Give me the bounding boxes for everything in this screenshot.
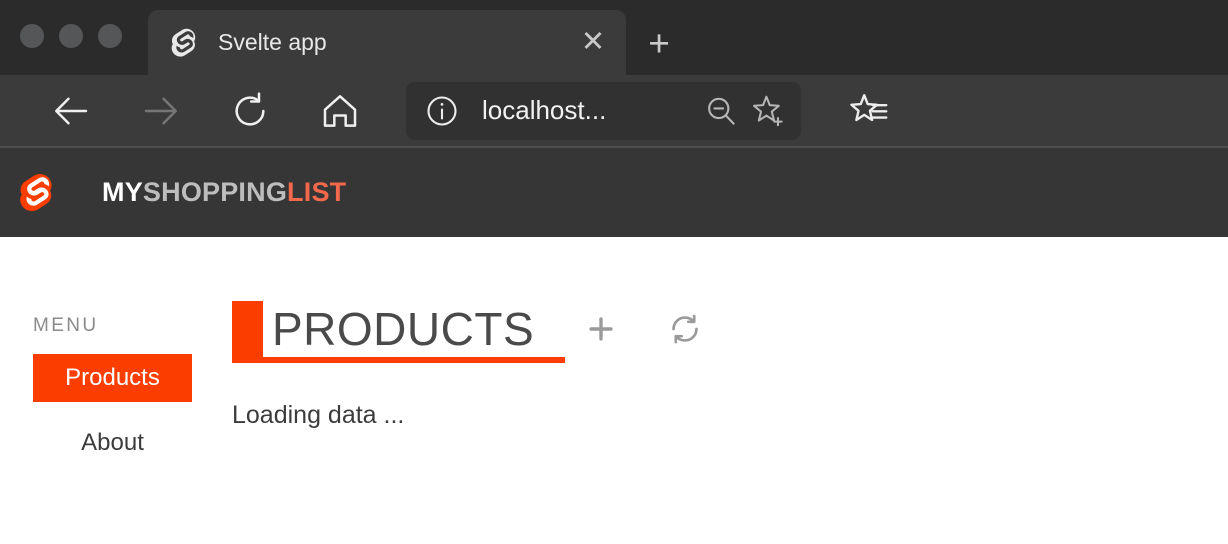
- page-title: PRODUCTS: [232, 299, 565, 363]
- window-minimize-button[interactable]: [20, 24, 44, 48]
- app-header: MYSHOPPINGLIST: [0, 148, 1228, 237]
- window-controls: [20, 24, 122, 48]
- page-title-row: PRODUCTS: [232, 299, 1228, 363]
- page-title-text: PRODUCTS: [272, 303, 535, 355]
- brand-part-shopping: SHOPPING: [142, 177, 288, 207]
- tab-title: Svelte app: [218, 29, 327, 55]
- main-content: PRODUCTS Loading data ...: [232, 237, 1228, 544]
- brand-title: MYSHOPPINGLIST: [102, 177, 346, 208]
- url-bar[interactable]: localhost...: [406, 81, 801, 140]
- site-info-icon[interactable]: [424, 93, 460, 129]
- tab-strip: Svelte app ✕ +: [0, 0, 1228, 75]
- title-accent-block: [232, 301, 263, 357]
- zoom-out-icon[interactable]: [703, 93, 739, 129]
- refresh-sync-icon[interactable]: [663, 307, 707, 351]
- close-icon[interactable]: ✕: [574, 24, 612, 62]
- home-icon[interactable]: [312, 83, 368, 139]
- page-body: MENU Products About PRODUCTS Loading dat…: [0, 237, 1228, 544]
- bookmarks-library-icon[interactable]: [841, 83, 897, 139]
- bookmark-add-icon[interactable]: [749, 92, 787, 130]
- reload-icon[interactable]: [222, 83, 278, 139]
- sidebar: MENU Products About: [0, 237, 232, 544]
- svelte-logo-icon: [170, 28, 200, 58]
- title-underline: [232, 357, 565, 363]
- url-input[interactable]: localhost...: [482, 95, 693, 126]
- sidebar-heading: MENU: [33, 315, 99, 336]
- back-arrow-icon[interactable]: [44, 83, 100, 139]
- browser-tab-active[interactable]: Svelte app ✕: [148, 10, 626, 75]
- svelte-logo-icon: [18, 173, 58, 213]
- add-product-button[interactable]: [579, 307, 623, 351]
- forward-arrow-icon[interactable]: [132, 83, 188, 139]
- brand-part-list: LIST: [287, 177, 347, 207]
- sidebar-item-products[interactable]: Products: [33, 354, 192, 402]
- sidebar-item-label: Products: [65, 364, 160, 391]
- sidebar-item-about[interactable]: About: [33, 419, 192, 467]
- sidebar-item-label: About: [81, 429, 144, 456]
- brand-part-my: MY: [102, 177, 143, 207]
- window-maximize-button[interactable]: [59, 24, 83, 48]
- window-close-button[interactable]: [98, 24, 122, 48]
- new-tab-button[interactable]: +: [636, 20, 682, 66]
- browser-window: Svelte app ✕ + localhost... MYSHOPPINGLI…: [0, 0, 1228, 544]
- loading-status: Loading data ...: [232, 401, 405, 429]
- browser-toolbar: localhost...: [0, 75, 1228, 148]
